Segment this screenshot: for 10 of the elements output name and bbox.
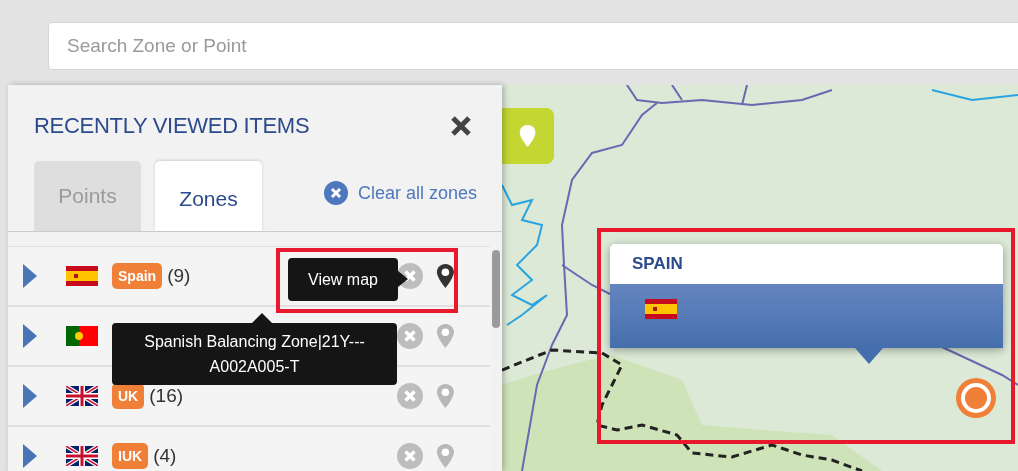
panel-title: RECENTLY VIEWED ITEMS bbox=[34, 113, 310, 139]
zone-count: (4) bbox=[153, 445, 177, 467]
zone-count: (9) bbox=[167, 265, 191, 287]
zone-count: (16) bbox=[149, 385, 184, 407]
zone-badge: UK bbox=[112, 383, 145, 409]
tooltip: View map bbox=[288, 258, 398, 301]
tooltip: Spanish Balancing Zone|21Y--- A002A005-T bbox=[112, 323, 397, 385]
popup-title: SPAIN bbox=[610, 244, 1003, 284]
zone-badge: IUK bbox=[112, 443, 149, 469]
zone-badge: Spain bbox=[112, 263, 163, 289]
